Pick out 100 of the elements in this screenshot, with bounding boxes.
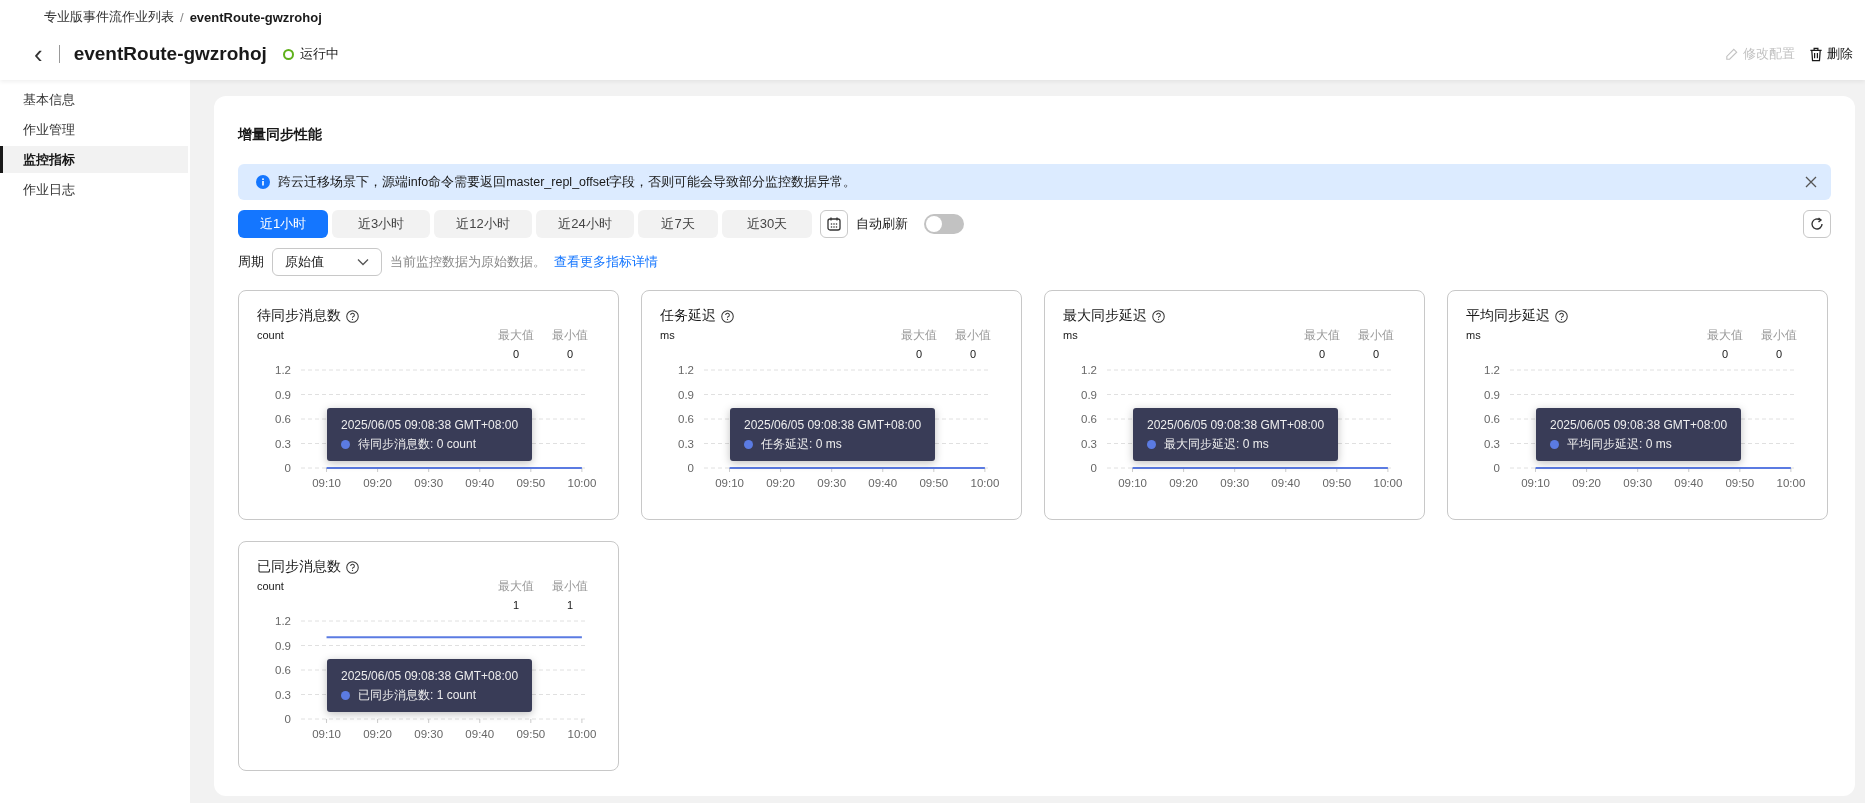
unit-label: count [257,580,284,592]
y-tick-label: 0 [1493,462,1500,474]
period-select[interactable]: 原始值 [272,248,382,276]
y-tick-label: 1.2 [275,364,291,376]
max-value: 0 [1318,348,1326,360]
y-tick-label: 1.2 [678,364,694,376]
x-tick-label: 09:20 [1572,477,1601,489]
time-range-tab[interactable]: 近1小时 [238,210,328,238]
back-button[interactable]: ‹ [28,41,49,67]
y-tick-label: 0 [284,462,291,474]
period-hint: 当前监控数据为原始数据。 [390,253,546,271]
metrics-details-link[interactable]: 查看更多指标详情 [554,253,658,271]
time-range-tab[interactable]: 近3小时 [332,210,430,238]
breadcrumb-item[interactable]: 专业版事件流作业列表 [44,8,174,26]
x-tick-label: 09:20 [363,728,392,740]
y-tick-label: 0.3 [275,437,291,450]
banner-text: 跨云迁移场景下，源端info命令需要返回master_repl_offset字段，否则可能会导致部分监控数据异常。 [278,173,858,191]
refresh-icon [1810,217,1824,231]
tooltip-value: 任务延迟: 0 ms [761,436,842,453]
x-tick-label: 09:10 [312,477,341,489]
unit-label: count [257,329,284,341]
x-tick-label: 10:00 [1776,477,1806,489]
help-icon[interactable] [721,309,734,323]
min-label: 最小值 [552,327,588,344]
tooltip-time: 2025/06/05 09:08:38 GMT+08:00 [341,418,519,432]
y-tick-label: 0.9 [678,388,694,401]
y-tick-label: 1.2 [1484,364,1500,376]
min-label: 最小值 [955,327,991,344]
unit-label: ms [1466,329,1481,341]
y-tick-label: 0.3 [275,688,291,701]
y-tick-label: 0 [1090,462,1097,474]
help-icon[interactable] [1555,309,1568,323]
delete-button[interactable]: 删除 [1809,45,1853,63]
chart-title: 平均同步延迟 [1466,307,1550,325]
time-range-tab[interactable]: 近30天 [722,210,812,238]
y-tick-label: 0.3 [1081,437,1097,450]
max-label: 最大值 [1707,327,1743,344]
x-tick-label: 09:40 [1271,477,1301,489]
chart-title: 任务延迟 [660,307,716,325]
x-tick-label: 09:10 [1521,477,1550,489]
x-tick-label: 09:50 [919,477,949,489]
min-value: 0 [1372,348,1380,360]
tooltip-value: 最大同步延迟: 0 ms [1164,436,1269,453]
x-tick-label: 09:30 [1220,477,1250,489]
tooltip-value: 平均同步延迟: 0 ms [1567,436,1672,453]
close-icon [1805,176,1817,188]
close-button[interactable] [1805,176,1817,188]
y-tick-label: 0.6 [1081,413,1097,425]
breadcrumb-separator: / [180,9,184,25]
y-tick-label: 0 [284,713,291,725]
min-label: 最小值 [552,578,588,595]
calendar-button[interactable] [820,210,848,238]
section-title: 增量同步性能 [238,126,322,144]
x-tick-label: 09:50 [516,477,546,489]
y-tick-label: 0.9 [1081,388,1097,401]
sidebar-item[interactable]: 作业日志 [0,176,188,203]
tooltip-time: 2025/06/05 09:08:38 GMT+08:00 [744,418,922,432]
sidebar-item[interactable]: 监控指标 [0,146,188,173]
time-range-tab[interactable]: 近24小时 [536,210,634,238]
max-label: 最大值 [1304,327,1340,344]
x-tick-label: 09:40 [465,477,495,489]
x-tick-label: 09:30 [817,477,847,489]
y-tick-label: 0.6 [275,413,291,425]
y-tick-label: 1.2 [1081,364,1097,376]
x-tick-label: 10:00 [567,728,597,740]
help-icon[interactable] [346,309,359,323]
refresh-button[interactable] [1803,210,1831,238]
tooltip-time: 2025/06/05 09:08:38 GMT+08:00 [1147,418,1325,432]
y-tick-label: 0.6 [1484,413,1500,425]
info-icon [256,175,270,189]
breadcrumb-item: eventRoute-gwzrohoj [189,9,322,25]
y-tick-label: 0 [687,462,694,474]
tooltip-value: 待同步消息数: 0 count [358,436,477,453]
auto-refresh-label: 自动刷新 [856,215,908,233]
page-title: eventRoute-gwzrohoj [73,43,267,65]
chart-title: 已同步消息数 [257,558,341,576]
x-tick-label: 09:20 [1169,477,1198,489]
max-label: 最大值 [901,327,937,344]
sidebar-item[interactable]: 基本信息 [0,86,188,113]
x-tick-label: 09:20 [766,477,795,489]
y-tick-label: 1.2 [275,615,291,627]
help-icon[interactable] [346,560,359,574]
max-value: 0 [512,348,520,360]
x-tick-label: 10:00 [970,477,1000,489]
auto-refresh-toggle[interactable] [924,214,964,234]
x-tick-label: 09:30 [414,477,444,489]
time-range-tab[interactable]: 近7天 [638,210,718,238]
min-value: 0 [1775,348,1783,360]
x-tick-label: 09:10 [715,477,744,489]
unit-label: ms [660,329,675,341]
help-icon[interactable] [1152,309,1165,323]
time-range-tab[interactable]: 近12小时 [434,210,532,238]
y-tick-label: 0.9 [275,388,291,401]
status-label: 运行中 [299,45,339,63]
x-tick-label: 09:10 [1118,477,1147,489]
min-value: 1 [566,599,574,611]
x-tick-label: 10:00 [567,477,597,489]
unit-label: ms [1063,329,1078,341]
sidebar-item[interactable]: 作业管理 [0,116,188,143]
max-value: 0 [1721,348,1729,360]
